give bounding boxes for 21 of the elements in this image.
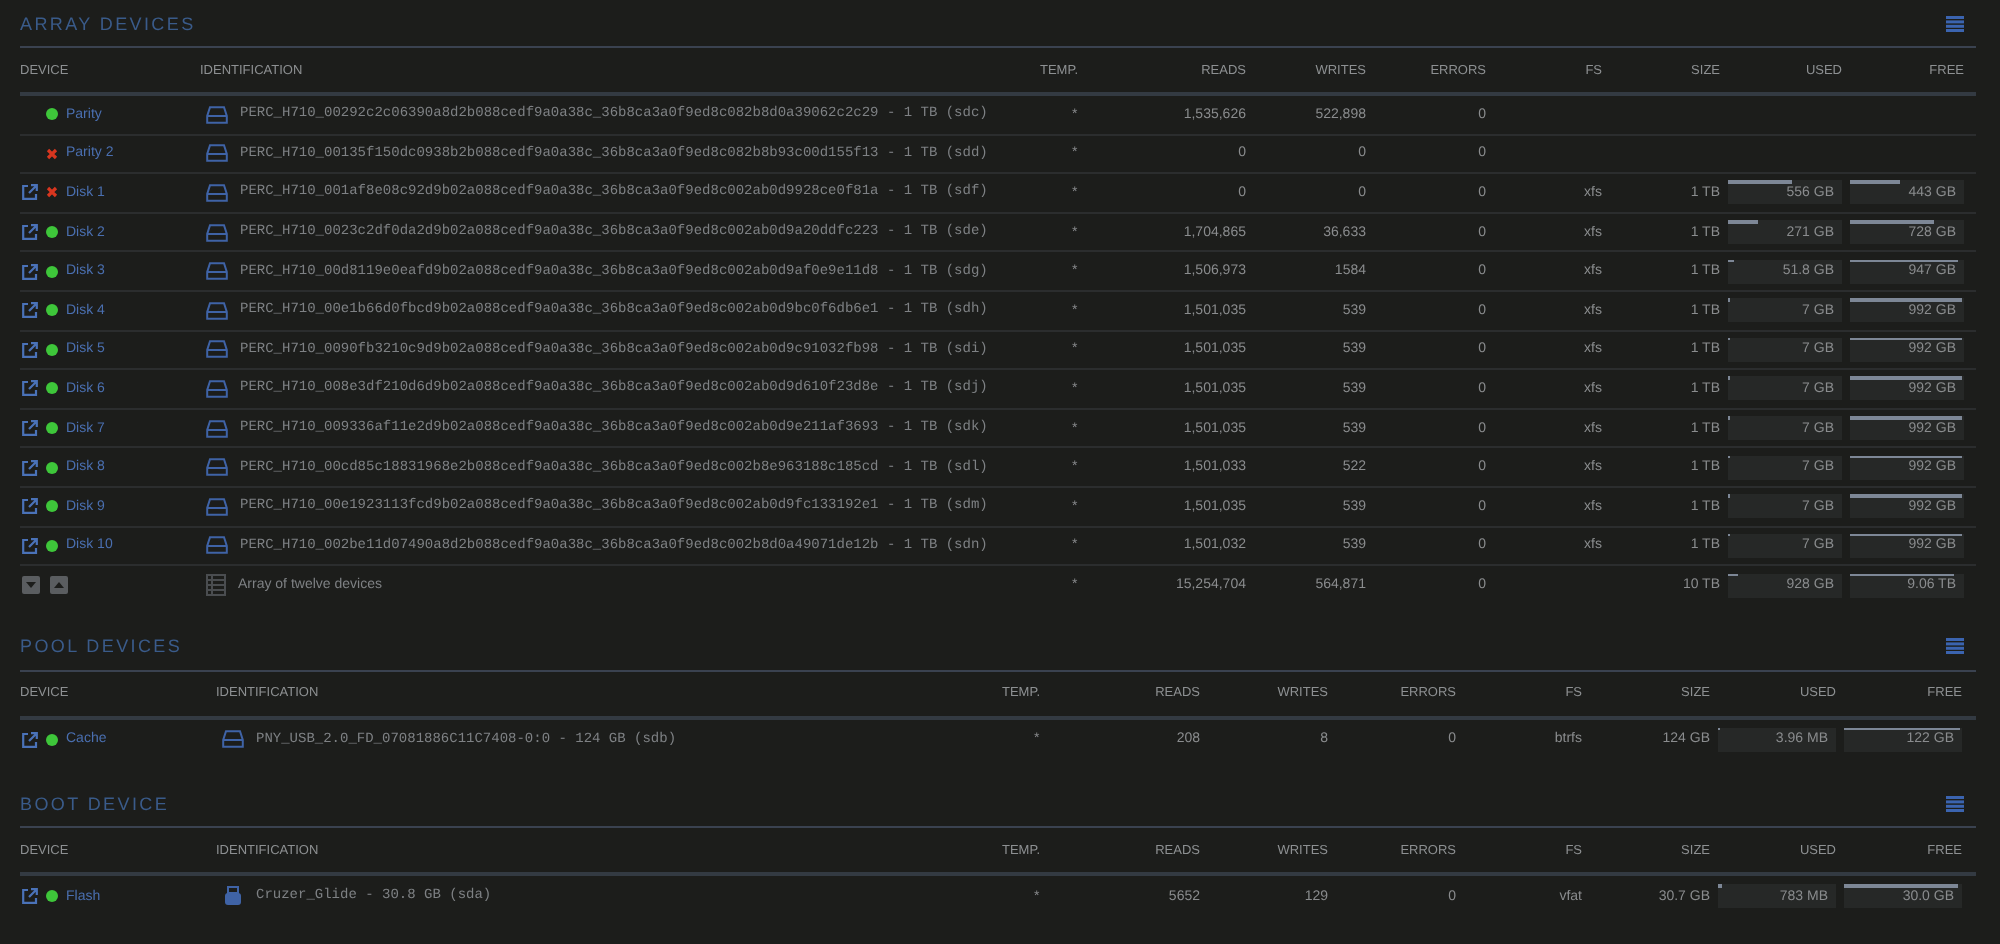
external-link-icon[interactable] <box>22 459 38 476</box>
external-link-icon[interactable] <box>22 537 38 554</box>
external-link-icon[interactable] <box>22 380 38 397</box>
menu-icon[interactable] <box>1946 638 1964 655</box>
external-link-icon[interactable] <box>22 302 38 319</box>
section-title: BOOT DEVICE <box>20 793 170 814</box>
external-link-icon[interactable] <box>22 888 38 905</box>
menu-icon[interactable] <box>1946 795 1964 812</box>
expand-button[interactable] <box>50 576 68 595</box>
collapse-button[interactable] <box>22 576 40 595</box>
list-icon <box>206 574 226 597</box>
external-link-icon[interactable] <box>22 341 38 358</box>
section-title: ARRAY DEVICES <box>20 13 196 33</box>
menu-icon[interactable] <box>1946 15 1964 31</box>
external-link-icon[interactable] <box>22 420 38 437</box>
external-link-icon[interactable] <box>22 224 38 241</box>
section-title: POOL DEVICES <box>20 636 183 657</box>
external-link-icon[interactable] <box>22 184 38 201</box>
external-link-icon[interactable] <box>22 498 38 515</box>
external-link-icon[interactable] <box>22 731 38 748</box>
external-link-icon[interactable] <box>22 263 38 280</box>
